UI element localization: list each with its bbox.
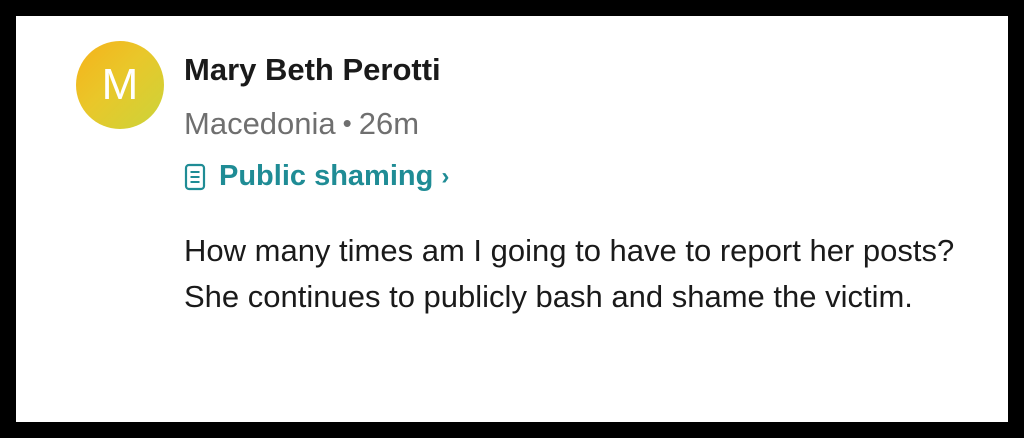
post-body-line: How many times am I going to have to rep… bbox=[184, 233, 955, 268]
category-label: Public shaming bbox=[219, 160, 434, 192]
category-link[interactable]: Public shaming › bbox=[184, 160, 449, 193]
post-card: M Mary Beth Perotti Macedonia • 26m Public… bbox=[16, 16, 1008, 422]
avatar[interactable]: M bbox=[76, 41, 164, 129]
document-icon bbox=[184, 163, 206, 191]
timestamp: 26m bbox=[358, 106, 420, 141]
location-text: Macedonia bbox=[184, 106, 336, 141]
meta-separator: • bbox=[342, 108, 352, 138]
post-body: How many times am I going to have to rep… bbox=[184, 228, 964, 320]
avatar-letter: M bbox=[101, 60, 139, 109]
post-meta: Macedonia • 26m bbox=[184, 106, 419, 142]
chevron-right-icon: › bbox=[441, 162, 450, 190]
post-body-line: She continues to publicly bash and shame… bbox=[184, 279, 913, 314]
author-name[interactable]: Mary Beth Perotti bbox=[184, 52, 441, 88]
